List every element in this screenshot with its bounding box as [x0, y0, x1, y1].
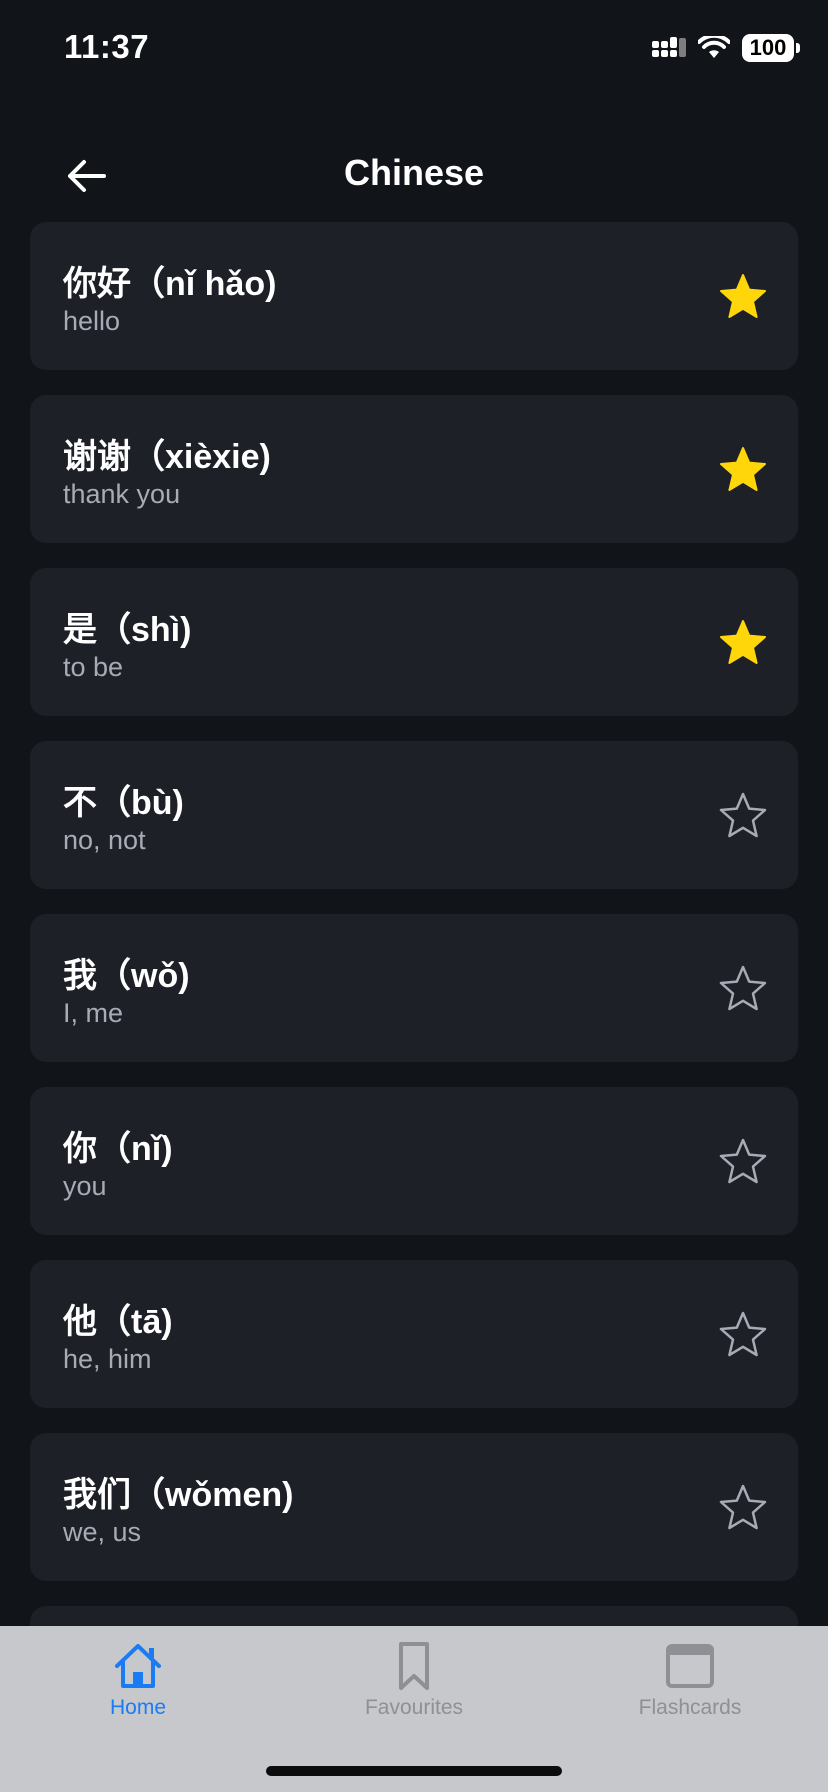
tab-label: Home	[109, 1696, 167, 1719]
favourite-toggle-button[interactable]	[718, 964, 768, 1014]
home-indicator	[266, 1766, 562, 1776]
star-outline-icon	[719, 965, 767, 1011]
word-meaning: I, me	[63, 998, 124, 1028]
star-outline-icon	[719, 792, 767, 838]
word-meaning: we, us	[63, 1517, 142, 1547]
favourite-toggle-button[interactable]	[718, 1137, 768, 1187]
header: Chinese	[0, 130, 828, 220]
star-outline-icon	[719, 1311, 767, 1357]
word-card[interactable]: 谢谢（xièxie) thank you	[30, 395, 798, 543]
bookmark-icon	[399, 1642, 429, 1690]
word-meaning: thank you	[63, 479, 181, 509]
battery-level: 100	[749, 35, 787, 60]
word-card[interactable]: 我们（wǒmen) we, us	[30, 1433, 798, 1581]
word-term: 是（shì)	[63, 611, 192, 649]
word-term: 我（wǒ)	[63, 957, 190, 995]
house-icon	[115, 1644, 161, 1688]
tab-flashcards[interactable]: Flashcards	[590, 1640, 790, 1730]
status-bar: 11:37 100	[0, 0, 828, 100]
word-term: 谢谢（xièxie)	[63, 438, 271, 476]
favourite-toggle-button[interactable]	[718, 445, 768, 495]
word-card[interactable]: 不（bù) no, not	[30, 741, 798, 889]
star-outline-icon	[719, 1138, 767, 1184]
word-meaning: he, him	[63, 1344, 152, 1374]
page-title: Chinese	[343, 152, 485, 193]
word-term: 我们（wǒmen)	[63, 1476, 294, 1514]
star-filled-icon	[720, 447, 766, 491]
favourite-toggle-button[interactable]	[718, 791, 768, 841]
battery-icon: 100	[742, 34, 800, 62]
word-list: 你好（nǐ hǎo) hello 谢谢（xièxie) thank you 是（shì)…	[30, 222, 798, 1779]
favourite-toggle-button[interactable]	[718, 272, 768, 322]
star-outline-icon	[719, 1484, 767, 1530]
word-card[interactable]: 我（wǒ) I, me	[30, 914, 798, 1062]
tab-label: Flashcards	[638, 1696, 742, 1719]
word-card[interactable]: 你（nǐ) you	[30, 1087, 798, 1235]
wifi-icon	[698, 36, 730, 58]
tab-home[interactable]: Home	[38, 1640, 238, 1730]
star-filled-icon	[720, 274, 766, 318]
word-meaning: you	[63, 1171, 107, 1201]
word-meaning: no, not	[63, 825, 146, 855]
status-icons: 100	[652, 34, 800, 62]
favourite-toggle-button[interactable]	[718, 1310, 768, 1360]
status-time: 11:37	[64, 28, 150, 65]
word-term: 你（nǐ)	[63, 1130, 173, 1168]
favourite-toggle-button[interactable]	[718, 1483, 768, 1533]
signal-icon	[652, 37, 686, 57]
word-meaning: to be	[63, 652, 124, 682]
word-term: 不（bù)	[63, 784, 184, 822]
word-card[interactable]: 是（shì) to be	[30, 568, 798, 716]
tab-label: Favourites	[364, 1696, 464, 1719]
favourite-toggle-button[interactable]	[718, 618, 768, 668]
word-meaning: hello	[63, 306, 121, 336]
word-card[interactable]: 他（tā) he, him	[30, 1260, 798, 1408]
tab-favourites[interactable]: Favourites	[314, 1640, 514, 1730]
flashcards-icon	[666, 1644, 714, 1688]
word-term: 他（tā)	[63, 1303, 173, 1341]
word-term: 你好（nǐ hǎo)	[63, 265, 277, 303]
word-card[interactable]: 你好（nǐ hǎo) hello	[30, 222, 798, 370]
star-filled-icon	[720, 620, 766, 664]
tab-bar: Home Favourites Flashcards	[0, 1626, 828, 1792]
